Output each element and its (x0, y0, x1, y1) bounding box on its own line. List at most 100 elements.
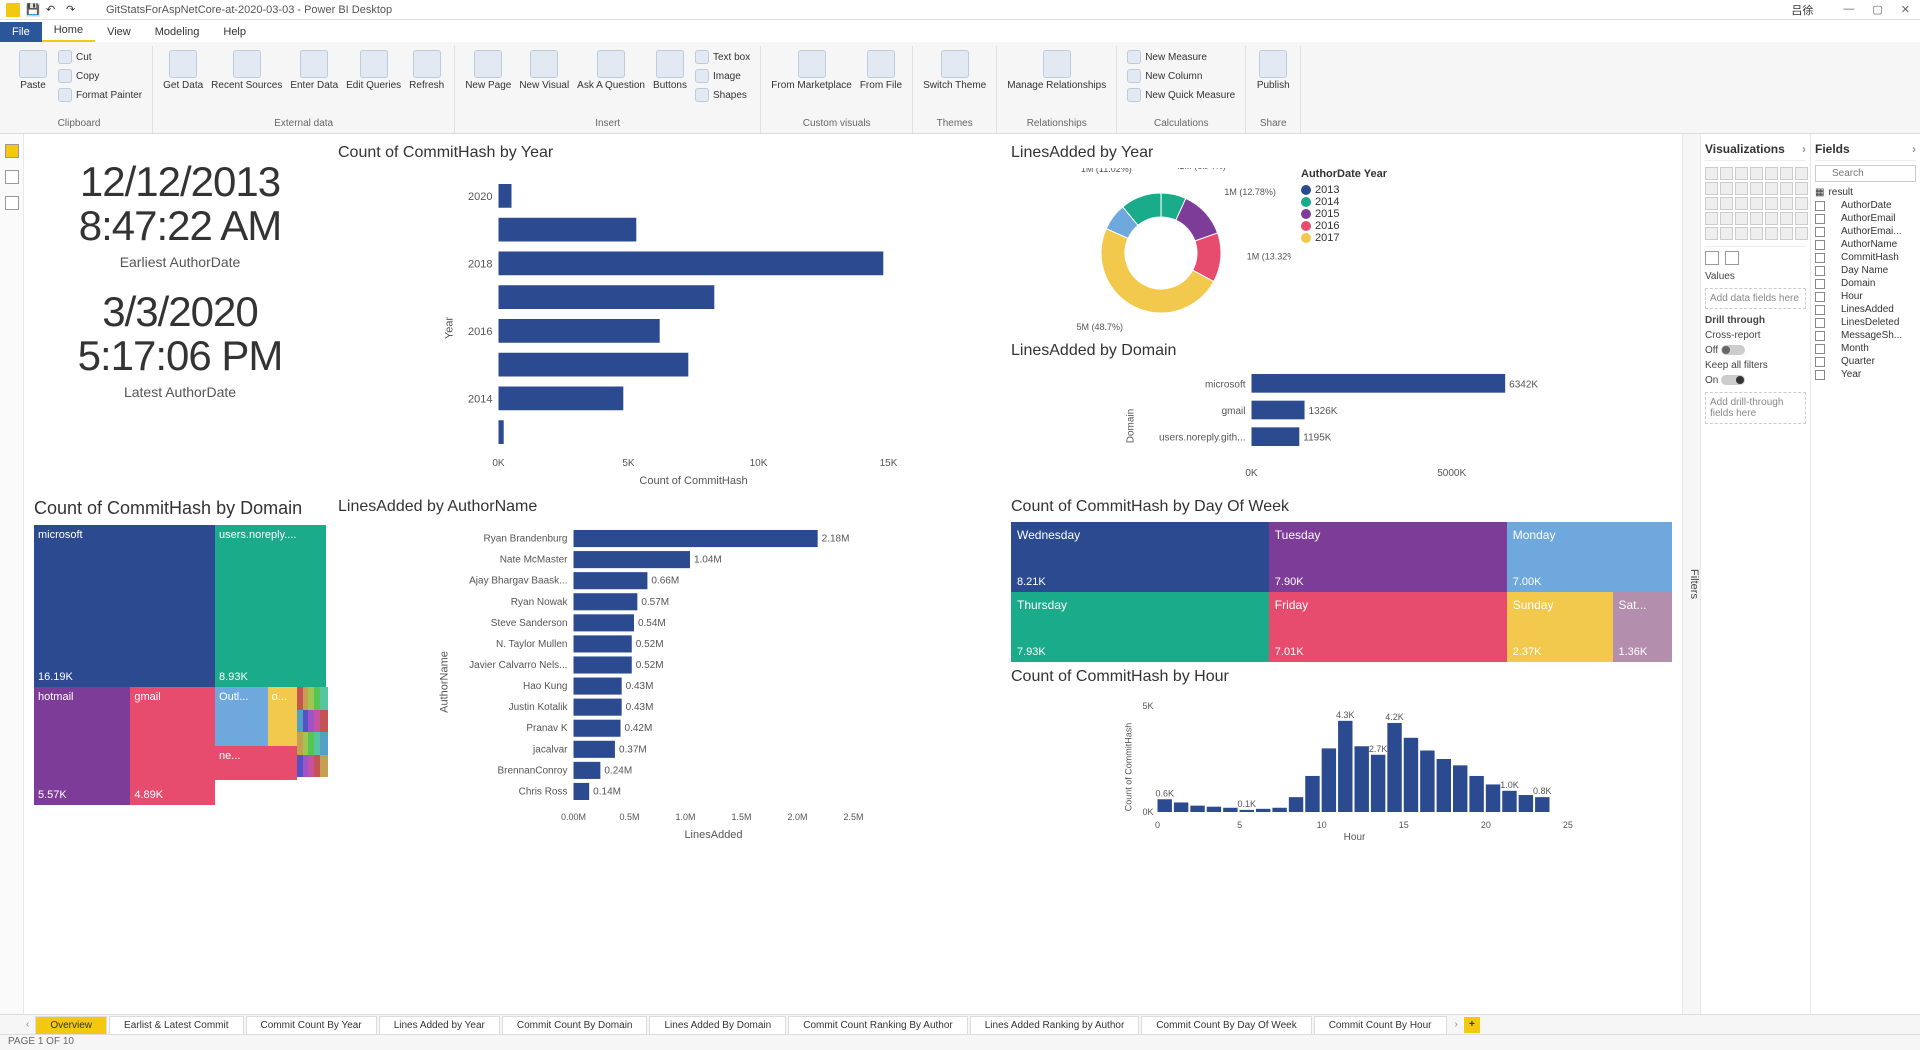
field-item[interactable]: CommitHash (1815, 251, 1916, 264)
lines-by-year-chart[interactable]: LinesAdded by Year 0M (0.04%)1M (6.74%)1… (1011, 144, 1672, 338)
keep-filters-toggle[interactable] (1721, 375, 1745, 385)
get-data-button[interactable]: Get Data (161, 48, 205, 93)
page-tab[interactable]: Overview (35, 1016, 107, 1034)
page-tab[interactable]: Commit Count By Domain (502, 1016, 648, 1034)
treemap-cell[interactable]: Thursday7.93K (1011, 592, 1269, 662)
new-page-button[interactable]: New Page (463, 48, 513, 93)
page-tab[interactable]: Lines Added by Year (379, 1016, 500, 1034)
field-item[interactable]: Hour (1815, 290, 1916, 303)
treemap-cell[interactable]: Sat...1.36K (1613, 592, 1672, 662)
checkbox-icon[interactable] (1815, 266, 1825, 276)
viz-type-icon[interactable] (1705, 197, 1718, 210)
search-input[interactable] (1815, 165, 1916, 182)
tab-view[interactable]: View (95, 22, 143, 42)
viz-type-icon[interactable] (1780, 182, 1793, 195)
data-view-icon[interactable] (5, 170, 19, 184)
field-item[interactable]: AuthorDate (1815, 199, 1916, 212)
page-tab[interactable]: Commit Count By Day Of Week (1141, 1016, 1311, 1034)
viz-type-icon[interactable] (1750, 197, 1763, 210)
viz-type-icon[interactable] (1750, 167, 1763, 180)
edit-queries-button[interactable]: Edit Queries (344, 48, 403, 93)
page-tab[interactable]: Commit Count Ranking By Author (788, 1016, 968, 1034)
page-tab[interactable]: Lines Added Ranking by Author (970, 1016, 1140, 1034)
maximize-icon[interactable]: ▢ (1872, 3, 1882, 16)
tab-help[interactable]: Help (211, 22, 258, 42)
drill-well[interactable]: Add drill-through fields here (1705, 392, 1806, 424)
viz-type-icon[interactable] (1765, 182, 1778, 195)
new-visual-button[interactable]: New Visual (517, 48, 571, 93)
page-tab[interactable]: Earlist & Latest Commit (109, 1016, 243, 1034)
cut-button[interactable]: Cut (56, 48, 144, 66)
fields-tab-icon[interactable] (1705, 251, 1719, 265)
ask-question-button[interactable]: Ask A Question (575, 48, 647, 93)
viz-type-icon[interactable] (1795, 167, 1808, 180)
viz-type-icon[interactable] (1705, 227, 1718, 240)
field-item[interactable]: LinesAdded (1815, 303, 1916, 316)
viz-type-icon[interactable] (1765, 167, 1778, 180)
viz-type-icon[interactable] (1780, 167, 1793, 180)
field-item[interactable]: Domain (1815, 277, 1916, 290)
viz-type-icon[interactable] (1735, 212, 1748, 225)
checkbox-icon[interactable] (1815, 370, 1825, 380)
checkbox-icon[interactable] (1815, 201, 1825, 211)
cross-report-toggle[interactable] (1721, 345, 1745, 355)
buttons-button[interactable]: Buttons (651, 48, 689, 93)
copy-button[interactable]: Copy (56, 67, 144, 85)
viz-type-icon[interactable] (1780, 212, 1793, 225)
values-well[interactable]: Add data fields here (1705, 288, 1806, 309)
commit-by-domain-treemap[interactable]: Count of CommitHash by Domain microsoft1… (30, 494, 330, 1008)
commit-by-dow-chart[interactable]: Count of CommitHash by Day Of Week Wedne… (1011, 498, 1672, 662)
viz-type-icon[interactable] (1780, 197, 1793, 210)
page-tab[interactable]: Commit Count By Year (246, 1016, 377, 1034)
model-view-icon[interactable] (5, 196, 19, 210)
checkbox-icon[interactable] (1815, 318, 1825, 328)
viz-type-icon[interactable] (1750, 212, 1763, 225)
new-column-button[interactable]: New Column (1125, 67, 1237, 85)
textbox-button[interactable]: Text box (693, 48, 752, 66)
checkbox-icon[interactable] (1815, 357, 1825, 367)
viz-type-icon[interactable] (1705, 212, 1718, 225)
treemap-cell[interactable]: Tuesday7.90K (1269, 522, 1507, 592)
page-tab[interactable]: Commit Count By Hour (1314, 1016, 1447, 1034)
treemap-cell[interactable]: Sunday2.37K (1507, 592, 1613, 662)
add-page-button[interactable]: + (1464, 1017, 1480, 1033)
report-canvas[interactable]: 12/12/2013 8:47:22 AM Earliest AuthorDat… (24, 134, 1682, 1014)
checkbox-icon[interactable] (1815, 344, 1825, 354)
checkbox-icon[interactable] (1815, 253, 1825, 263)
new-quick-measure-button[interactable]: New Quick Measure (1125, 86, 1237, 104)
treemap-cell[interactable]: microsoft16.19K (34, 525, 215, 687)
treemap-cell[interactable]: gmail4.89K (130, 687, 215, 805)
viz-type-icon[interactable] (1750, 227, 1763, 240)
report-view-icon[interactable] (5, 144, 19, 158)
enter-data-button[interactable]: Enter Data (288, 48, 340, 93)
treemap-cell[interactable]: Monday7.00K (1507, 522, 1672, 592)
redo-icon[interactable]: ↷ (66, 3, 80, 17)
viz-type-icon[interactable] (1765, 212, 1778, 225)
viz-type-icon[interactable] (1735, 197, 1748, 210)
viz-type-icon[interactable] (1720, 197, 1733, 210)
from-marketplace-button[interactable]: From Marketplace (769, 48, 854, 93)
save-icon[interactable]: 💾 (26, 3, 40, 17)
treemap-cell[interactable]: hotmail5.57K (34, 687, 130, 805)
checkbox-icon[interactable] (1815, 292, 1825, 302)
treemap-cell[interactable]: ne... (215, 746, 297, 780)
checkbox-icon[interactable] (1815, 305, 1825, 315)
refresh-button[interactable]: Refresh (407, 48, 446, 93)
viz-type-icon[interactable] (1765, 227, 1778, 240)
viz-type-icon[interactable] (1795, 197, 1808, 210)
close-icon[interactable]: ✕ (1901, 3, 1910, 16)
chevron-right-icon[interactable]: › (1912, 142, 1916, 156)
filters-pane-collapsed[interactable]: Filters (1682, 134, 1700, 1014)
viz-type-icon[interactable] (1735, 167, 1748, 180)
treemap-cell[interactable]: Friday7.01K (1269, 592, 1507, 662)
viz-type-icon[interactable] (1735, 227, 1748, 240)
viz-type-icon[interactable] (1735, 182, 1748, 195)
lines-by-domain-chart[interactable]: LinesAdded by Domain microsoft6342Kgmail… (1011, 342, 1672, 489)
viz-type-icon[interactable] (1780, 227, 1793, 240)
shapes-button[interactable]: Shapes (693, 86, 752, 104)
from-file-button[interactable]: From File (858, 48, 904, 93)
paste-button[interactable]: Paste (14, 48, 52, 93)
viz-type-icon[interactable] (1705, 182, 1718, 195)
field-item[interactable]: Year (1815, 368, 1916, 381)
field-item[interactable]: AuthorEmail (1815, 212, 1916, 225)
